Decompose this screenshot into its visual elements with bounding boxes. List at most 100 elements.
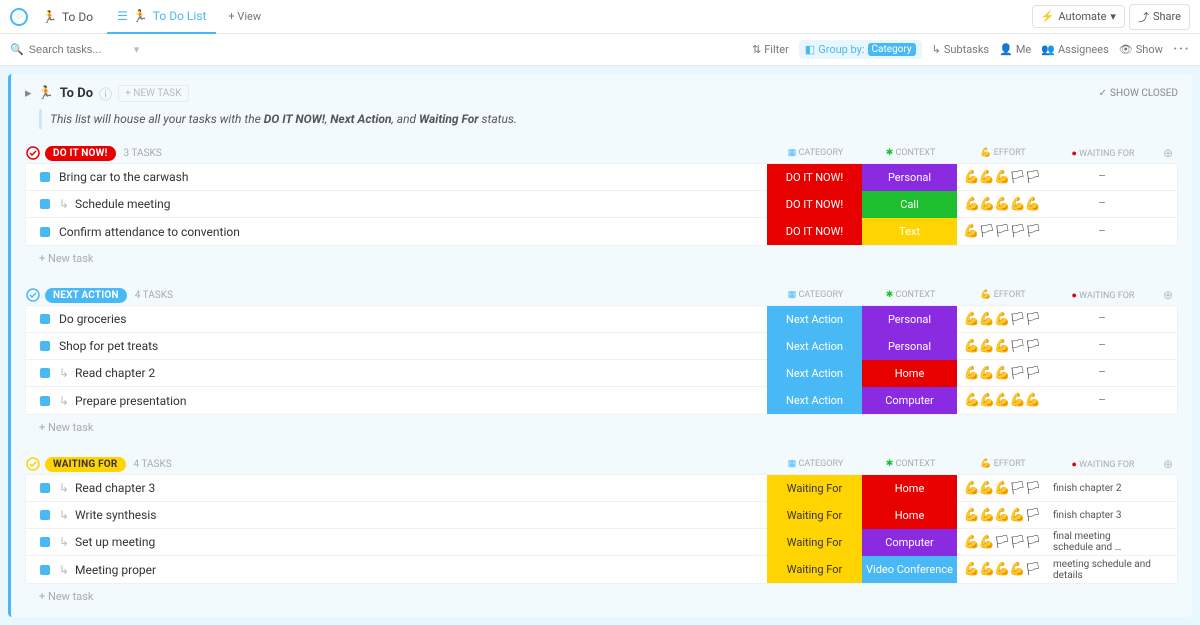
effort-cell[interactable]: 💪💪💪🏳🏳	[957, 164, 1047, 191]
category-cell[interactable]: Next Action	[767, 360, 862, 387]
category-cell[interactable]: DO IT NOW!	[767, 164, 862, 191]
task-row[interactable]: Confirm attendance to convention DO IT N…	[26, 218, 1177, 245]
task-name[interactable]: Do groceries	[59, 312, 767, 326]
context-cell[interactable]: Home	[862, 360, 957, 387]
add-column-button[interactable]: ⊕	[1158, 288, 1178, 302]
status-square-icon[interactable]	[40, 172, 50, 182]
add-column-button[interactable]: ⊕	[1158, 457, 1178, 471]
context-cell[interactable]: Computer	[862, 387, 957, 414]
waiting-for-cell[interactable]: –	[1047, 218, 1157, 245]
show-closed-button[interactable]: ✓ SHOW CLOSED	[1099, 88, 1178, 99]
waiting-for-cell[interactable]: –	[1047, 333, 1157, 360]
caret-icon[interactable]: ▸	[25, 86, 32, 101]
category-cell[interactable]: Next Action	[767, 333, 862, 360]
effort-cell[interactable]: 💪💪💪🏳🏳	[957, 475, 1047, 502]
task-row[interactable]: Do groceries Next Action Personal 💪💪💪🏳🏳 …	[26, 306, 1177, 333]
status-square-icon[interactable]	[40, 483, 50, 493]
share-button[interactable]: ⤴ Share	[1129, 4, 1190, 30]
status-square-icon[interactable]	[40, 510, 50, 520]
effort-cell[interactable]: 💪💪💪💪🏳	[957, 556, 1047, 583]
task-name[interactable]: Schedule meeting	[75, 197, 767, 211]
waiting-for-cell[interactable]: finish chapter 3	[1047, 502, 1157, 529]
context-cell[interactable]: Personal	[862, 333, 957, 360]
chevron-down-icon[interactable]: ▾	[134, 43, 140, 56]
waiting-for-cell[interactable]: final meeting schedule and …	[1047, 529, 1157, 556]
context-cell[interactable]: Home	[862, 502, 957, 529]
task-row[interactable]: ↳ Meeting proper Waiting For Video Confe…	[26, 556, 1177, 583]
effort-cell[interactable]: 💪💪💪💪💪	[957, 191, 1047, 218]
category-cell[interactable]: Waiting For	[767, 475, 862, 502]
waiting-for-cell[interactable]: –	[1047, 306, 1157, 333]
search-input[interactable]	[29, 44, 129, 56]
groupby-button[interactable]: ◧ Group by: Category	[799, 40, 922, 59]
category-cell[interactable]: DO IT NOW!	[767, 218, 862, 245]
effort-cell[interactable]: 💪💪💪💪🏳	[957, 502, 1047, 529]
task-row[interactable]: ↳ Prepare presentation Next Action Compu…	[26, 387, 1177, 414]
task-name[interactable]: Prepare presentation	[75, 394, 767, 408]
task-name[interactable]: Read chapter 3	[75, 481, 767, 495]
status-pill[interactable]: Next Action	[45, 288, 127, 303]
task-name[interactable]: Meeting proper	[75, 563, 767, 577]
task-name[interactable]: Write synthesis	[75, 508, 767, 522]
waiting-for-cell[interactable]: –	[1047, 191, 1157, 218]
status-square-icon[interactable]	[40, 565, 50, 575]
search-wrap[interactable]: 🔍 ▾	[10, 43, 150, 56]
waiting-for-cell[interactable]: –	[1047, 360, 1157, 387]
breadcrumb-todo[interactable]: 🏃 To Do	[32, 0, 103, 34]
task-row[interactable]: Shop for pet treats Next Action Personal…	[26, 333, 1177, 360]
context-cell[interactable]: Personal	[862, 306, 957, 333]
waiting-for-cell[interactable]: meeting schedule and details	[1047, 556, 1157, 583]
context-cell[interactable]: Home	[862, 475, 957, 502]
status-square-icon[interactable]	[40, 537, 50, 547]
status-square-icon[interactable]	[40, 199, 50, 209]
category-cell[interactable]: Waiting For	[767, 502, 862, 529]
effort-cell[interactable]: 💪🏳🏳🏳🏳	[957, 218, 1047, 245]
add-column-button[interactable]: ⊕	[1158, 146, 1178, 160]
category-cell[interactable]: Next Action	[767, 387, 862, 414]
status-square-icon[interactable]	[40, 227, 50, 237]
collapse-icon[interactable]	[25, 287, 41, 303]
context-cell[interactable]: Computer	[862, 529, 957, 556]
status-square-icon[interactable]	[40, 314, 50, 324]
subtasks-button[interactable]: ↳Subtasks	[932, 43, 990, 56]
waiting-for-cell[interactable]: finish chapter 2	[1047, 475, 1157, 502]
category-cell[interactable]: Waiting For	[767, 556, 862, 583]
effort-cell[interactable]: 💪💪💪🏳🏳	[957, 360, 1047, 387]
new-task-button[interactable]: + New task	[25, 584, 1178, 609]
category-cell[interactable]: DO IT NOW!	[767, 191, 862, 218]
new-task-button[interactable]: + New task	[25, 246, 1178, 271]
context-cell[interactable]: Video Conference	[862, 556, 957, 583]
status-square-icon[interactable]	[40, 396, 50, 406]
status-pill[interactable]: DO IT NOW!	[45, 146, 116, 161]
context-cell[interactable]: Call	[862, 191, 957, 218]
filter-button[interactable]: ⇅Filter	[752, 43, 789, 56]
status-pill[interactable]: Waiting For	[45, 457, 126, 472]
status-square-icon[interactable]	[40, 368, 50, 378]
effort-cell[interactable]: 💪💪💪🏳🏳	[957, 306, 1047, 333]
new-task-header-button[interactable]: + NEW TASK	[118, 85, 188, 102]
category-cell[interactable]: Waiting For	[767, 529, 862, 556]
tab-todo-list[interactable]: ☰ 🏃 To Do List	[107, 0, 216, 34]
waiting-for-cell[interactable]: –	[1047, 164, 1157, 191]
me-button[interactable]: 👤Me	[999, 43, 1031, 56]
info-icon[interactable]: ⓘ	[99, 84, 112, 103]
collapse-icon[interactable]	[25, 145, 41, 161]
effort-cell[interactable]: 💪💪💪💪💪	[957, 387, 1047, 414]
effort-cell[interactable]: 💪💪💪🏳🏳	[957, 333, 1047, 360]
task-row[interactable]: Bring car to the carwash DO IT NOW! Pers…	[26, 164, 1177, 191]
task-name[interactable]: Set up meeting	[75, 535, 767, 549]
task-row[interactable]: ↳ Read chapter 3 Waiting For Home 💪💪💪🏳🏳 …	[26, 475, 1177, 502]
task-name[interactable]: Read chapter 2	[75, 366, 767, 380]
task-name[interactable]: Bring car to the carwash	[59, 170, 767, 184]
task-row[interactable]: ↳ Read chapter 2 Next Action Home 💪💪💪🏳🏳 …	[26, 360, 1177, 387]
more-button[interactable]: ···	[1173, 39, 1190, 60]
task-row[interactable]: ↳ Set up meeting Waiting For Computer 💪💪…	[26, 529, 1177, 556]
new-task-button[interactable]: + New task	[25, 415, 1178, 440]
show-button[interactable]: 👁Show	[1119, 43, 1163, 56]
context-cell[interactable]: Personal	[862, 164, 957, 191]
waiting-for-cell[interactable]: –	[1047, 387, 1157, 414]
task-name[interactable]: Confirm attendance to convention	[59, 225, 767, 239]
context-cell[interactable]: Text	[862, 218, 957, 245]
task-row[interactable]: ↳ Write synthesis Waiting For Home 💪💪💪💪🏳…	[26, 502, 1177, 529]
task-name[interactable]: Shop for pet treats	[59, 339, 767, 353]
